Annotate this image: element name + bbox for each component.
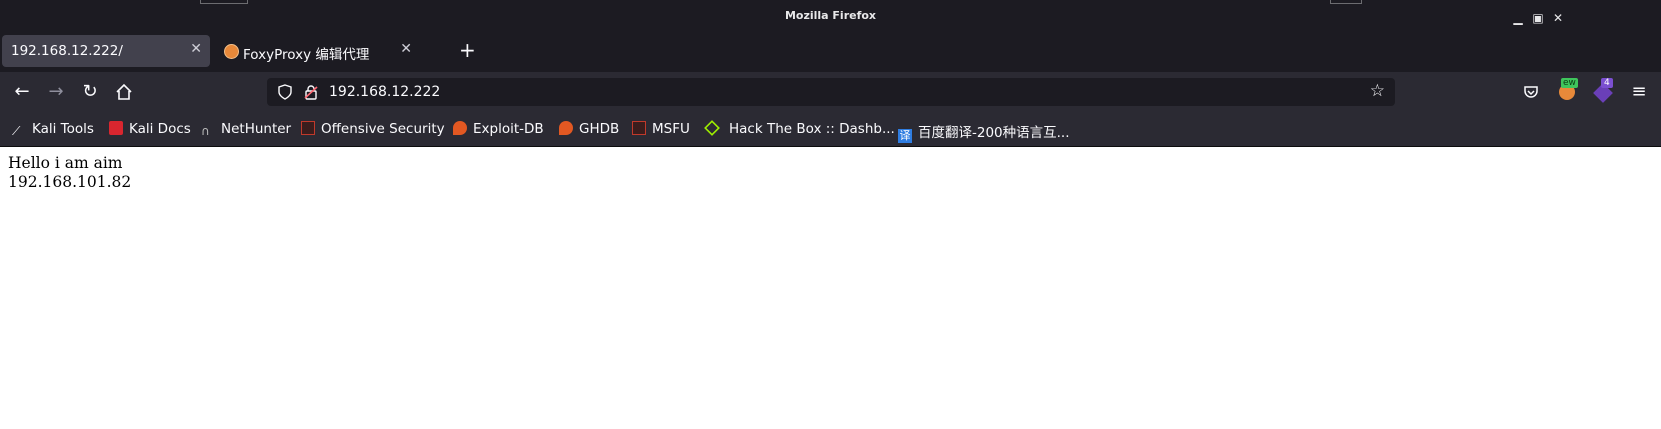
bookmarks-toolbar: ⟋ Kali Tools Kali Docs ∩ NetHunter Offensi… xyxy=(0,112,1661,147)
foxyproxy-extension-icon[interactable]: ew xyxy=(1555,78,1579,104)
extension-count-badge: 4 xyxy=(1601,78,1613,88)
bookmark-nethunter[interactable]: ∩ NetHunter xyxy=(201,121,291,138)
tab-label: 192.168.12.222/ xyxy=(11,43,123,59)
bookmark-exploit-db[interactable]: Exploit-DB xyxy=(453,121,544,137)
page-content: Hello i am aim 192.168.101.82 xyxy=(8,154,131,192)
pocket-icon[interactable] xyxy=(1519,80,1543,104)
hamburger-menu-icon[interactable]: ≡ xyxy=(1627,80,1651,104)
back-icon[interactable]: ← xyxy=(10,80,34,104)
tab-foxyproxy[interactable]: FoxyProxy 编辑代理 ✕ xyxy=(212,35,420,67)
bookmark-label: NetHunter xyxy=(221,121,292,137)
tab-bar: 192.168.12.222/ ✕ FoxyProxy 编辑代理 ✕ + xyxy=(0,30,1661,72)
baidu-translate-icon: 译 xyxy=(898,129,912,143)
title-bar: Mozilla Firefox ▁ ▣ ✕ xyxy=(0,4,1661,30)
ghdb-icon xyxy=(559,121,573,135)
extension-badge: ew xyxy=(1561,78,1578,88)
offsec-icon xyxy=(301,121,315,135)
kali-dragon-icon: ⟋ xyxy=(12,124,21,138)
msfu-icon xyxy=(632,121,646,135)
htb-cube-icon xyxy=(704,120,720,136)
new-tab-icon[interactable]: + xyxy=(459,38,476,62)
bookmark-ghdb[interactable]: GHDB xyxy=(559,121,619,137)
bookmark-label: Kali Docs xyxy=(129,121,191,137)
ublock-extension-icon[interactable]: 4 xyxy=(1591,78,1615,104)
bookmark-label: GHDB xyxy=(579,121,620,137)
close-tab-icon[interactable]: ✕ xyxy=(400,41,412,57)
url-text: 192.168.12.222 xyxy=(329,84,441,100)
reload-icon[interactable]: ↻ xyxy=(78,80,102,104)
insecure-lock-icon[interactable] xyxy=(303,84,319,100)
bookmark-offensive-security[interactable]: Offensive Security xyxy=(301,121,445,137)
bookmark-kali-docs[interactable]: Kali Docs xyxy=(109,121,191,137)
bookmark-label: MSFU xyxy=(652,121,690,137)
kali-docs-icon xyxy=(109,121,123,135)
bookmark-msfu[interactable]: MSFU xyxy=(632,121,690,137)
window-title: Mozilla Firefox xyxy=(784,9,877,22)
bookmark-hack-the-box[interactable]: Hack The Box :: Dashb... xyxy=(704,120,895,137)
navigation-toolbar: ← → ↻ 192.168.12.222 ☆ ew 4 ≡ xyxy=(0,72,1661,112)
bookmark-label: Kali Tools xyxy=(32,121,94,137)
bookmark-label: Exploit-DB xyxy=(473,121,544,137)
bookmark-label: Hack The Box :: Dashb... xyxy=(729,121,895,137)
home-icon[interactable] xyxy=(112,80,136,104)
exploitdb-icon xyxy=(453,121,467,135)
bookmark-baidu-translate[interactable]: 译百度翻译-200种语言互... xyxy=(898,121,1070,143)
tab-label: FoxyProxy 编辑代理 xyxy=(243,47,370,63)
bookmark-label: Offensive Security xyxy=(321,121,445,137)
close-window-icon[interactable]: ✕ xyxy=(1551,11,1565,25)
address-bar[interactable]: 192.168.12.222 ☆ xyxy=(267,78,1395,106)
page-text-line: 192.168.101.82 xyxy=(8,173,132,191)
forward-icon[interactable]: → xyxy=(44,80,68,104)
nethunter-icon: ∩ xyxy=(201,124,210,138)
page-text-line: Hello i am aim xyxy=(8,154,123,172)
bookmark-kali-tools[interactable]: ⟋ Kali Tools xyxy=(12,121,94,138)
bookmark-label: 百度翻译-200种语言互... xyxy=(918,125,1070,141)
tracking-protection-shield-icon[interactable] xyxy=(277,84,293,100)
close-tab-icon[interactable]: ✕ xyxy=(190,41,202,57)
foxyproxy-icon xyxy=(224,44,239,59)
maximize-icon[interactable]: ▣ xyxy=(1531,11,1545,25)
bookmark-star-icon[interactable]: ☆ xyxy=(1370,81,1385,101)
tab-current[interactable]: 192.168.12.222/ ✕ xyxy=(2,35,210,67)
minimize-icon[interactable]: ▁ xyxy=(1511,11,1525,25)
